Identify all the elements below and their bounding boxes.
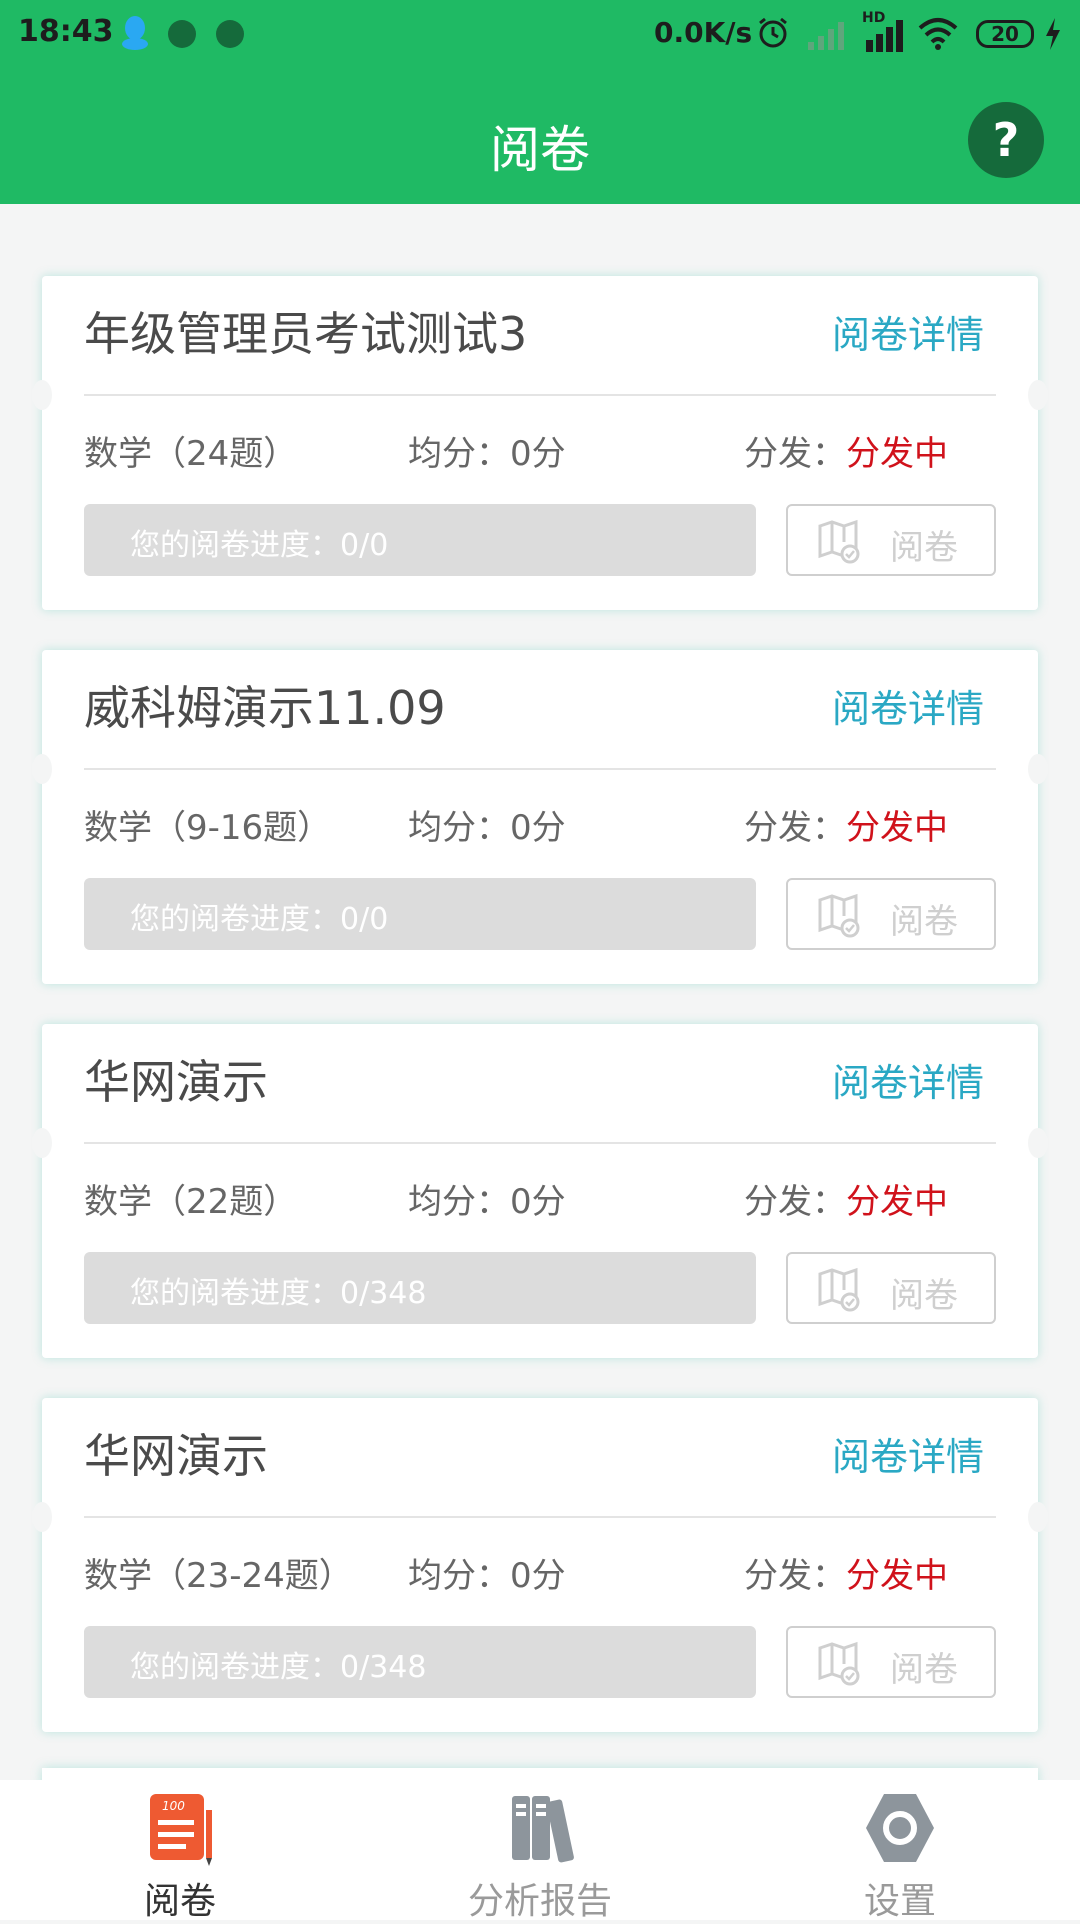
map-check-icon [818,519,860,564]
tab-label: 分析报告 [467,1881,612,1922]
distribution-key: 分发： [744,1556,846,1596]
charging-icon [1046,18,1060,50]
status-time: 18:43 [18,14,114,49]
progress-text: 您的阅卷进度：0/0 [130,528,389,563]
distribution-status: 分发中 [846,1182,948,1222]
divider [84,394,996,396]
qq-icon [122,16,148,50]
settings-icon [866,1794,934,1862]
map-check-icon [818,1267,860,1312]
exam-card: 华网演示 阅卷详情 数学（22题） 均分：0分 分发：分发中 您的阅卷进度：0/… [32,1024,1048,1358]
grading-details-link[interactable]: 阅卷详情 [832,678,984,733]
exam-info-row: 数学（9-16题） 均分：0分 分发：分发中 [84,800,996,850]
notification-dot-icon [168,20,196,48]
exam-card: 华网演示 阅卷详情 数学（23-24题） 均分：0分 分发：分发中 您的阅卷进度… [32,1398,1048,1732]
signal-icon [866,20,903,52]
subject-label: 数学（24题） [84,434,298,474]
grade-button[interactable]: 阅卷 [786,504,996,576]
signal-weak-icon [808,22,844,50]
exam-info-row: 数学（22题） 均分：0分 分发：分发中 [84,1174,996,1224]
exam-card: 年级管理员考试测试3 阅卷详情 数学（24题） 均分：0分 分发：分发中 您的阅… [32,276,1048,610]
grading-progress-bar: 您的阅卷进度：0/0 [84,878,756,950]
distribution-status: 分发中 [846,434,948,474]
distribution-label: 分发：分发中 [744,800,948,849]
battery-icon: 20 [976,20,1034,48]
progress-text: 您的阅卷进度：0/0 [130,902,389,937]
distribution-key: 分发： [744,808,846,848]
distribution-key: 分发： [744,1182,846,1222]
page-title: 阅卷 [490,121,590,179]
average-score: 均分：0分 [408,1182,566,1222]
bottom-tab-bar: 100 阅卷 分析报告 设置 [0,1780,1080,1922]
exam-title: 威科姆演示11.09 [84,681,446,735]
status-bar: 18:43 0.0K/s HD 20 [0,0,1080,70]
exam-info-row: 数学（24题） 均分：0分 分发：分发中 [84,426,996,476]
subject-label: 数学（23-24题） [84,1556,353,1596]
tab-settings[interactable]: 设置 [720,1780,1080,1922]
grade-button[interactable]: 阅卷 [786,1252,996,1324]
progress-text: 您的阅卷进度：0/348 [130,1276,427,1311]
exam-title: 年级管理员考试测试3 [84,307,528,361]
map-check-icon [818,893,860,938]
app-header: 阅卷 ? [0,70,1080,204]
exam-title: 华网演示 [84,1055,268,1109]
grading-details-link[interactable]: 阅卷详情 [832,304,984,359]
grade-button-label: 阅卷 [890,1650,958,1690]
books-icon [512,1796,574,1863]
tab-grading[interactable]: 100 阅卷 [0,1780,360,1922]
grading-progress-bar: 您的阅卷进度：0/0 [84,504,756,576]
tab-analysis-report[interactable]: 分析报告 [360,1780,720,1922]
distribution-label: 分发：分发中 [744,1548,948,1597]
tab-label: 阅卷 [143,1881,216,1922]
grade-button[interactable]: 阅卷 [786,1626,996,1698]
distribution-status: 分发中 [846,1556,948,1596]
distribution-label: 分发：分发中 [744,1174,948,1223]
tab-label: 设置 [863,1881,936,1922]
grade-button-label: 阅卷 [890,1276,958,1316]
help-button[interactable]: ? [968,102,1044,178]
grading-details-link[interactable]: 阅卷详情 [832,1052,984,1107]
average-score: 均分：0分 [408,434,566,474]
wifi-icon [918,18,958,50]
grading-progress-bar: 您的阅卷进度：0/348 [84,1626,756,1698]
subject-label: 数学（9-16题） [84,808,332,848]
grade-button-label: 阅卷 [890,902,958,942]
average-score: 均分：0分 [408,808,566,848]
subject-label: 数学（22题） [84,1182,298,1222]
divider [84,768,996,770]
divider [84,1142,996,1144]
average-score: 均分：0分 [408,1556,566,1596]
distribution-status: 分发中 [846,808,948,848]
exam-card: 威科姆演示11.09 阅卷详情 数学（9-16题） 均分：0分 分发：分发中 您… [32,650,1048,984]
map-check-icon [818,1641,860,1686]
exam-info-row: 数学（23-24题） 均分：0分 分发：分发中 [84,1548,996,1598]
alarm-icon [759,17,787,48]
notification-dot-icon [216,20,244,48]
grading-details-link[interactable]: 阅卷详情 [832,1426,984,1481]
grading-progress-bar: 您的阅卷进度：0/348 [84,1252,756,1324]
network-speed: 0.0K/s [654,16,753,49]
exam-title: 华网演示 [84,1429,268,1483]
progress-text: 您的阅卷进度：0/348 [130,1650,427,1685]
paper-icon: 100 [150,1794,212,1866]
distribution-key: 分发： [744,434,846,474]
grade-button-label: 阅卷 [890,528,958,568]
distribution-label: 分发：分发中 [744,426,948,475]
exam-list: 年级管理员考试测试3 阅卷详情 数学（24题） 均分：0分 分发：分发中 您的阅… [32,276,1048,1772]
grade-button[interactable]: 阅卷 [786,878,996,950]
divider [84,1516,996,1518]
svg-text:100: 100 [162,1799,185,1813]
